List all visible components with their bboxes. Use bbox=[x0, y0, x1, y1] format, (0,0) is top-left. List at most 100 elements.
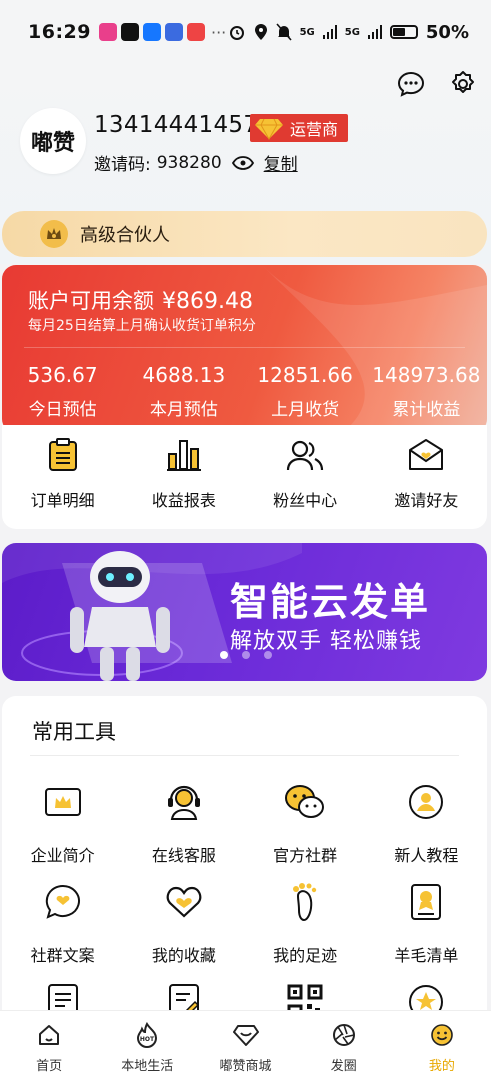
banner-title: 智能云发单 bbox=[230, 580, 431, 624]
stat-today[interactable]: 536.67 今日预估 bbox=[2, 363, 123, 420]
app-notification-icon bbox=[164, 23, 183, 41]
divider bbox=[30, 755, 459, 756]
stat-label: 今日预估 bbox=[28, 400, 97, 420]
alipay-icon bbox=[142, 23, 161, 41]
app-logo: 嘟赞 bbox=[20, 108, 86, 174]
battery-icon bbox=[389, 25, 418, 39]
tool-company-intro[interactable]: 企业简介 bbox=[2, 780, 123, 865]
stat-label: 上月收货 bbox=[271, 400, 340, 420]
nav-label: 首页 bbox=[36, 1059, 63, 1074]
earnings-report-button[interactable]: 收益报表 bbox=[123, 425, 244, 529]
promo-banner[interactable]: 智能云发单 解放双手 轻松赚钱 bbox=[2, 543, 487, 681]
headset-icon bbox=[162, 780, 206, 824]
smile-icon bbox=[428, 1021, 456, 1049]
status-right: 5G 5G 50% bbox=[228, 22, 469, 43]
status-app-icons bbox=[98, 23, 205, 41]
balance-note: 每月25日结算上月确认收货订单积分 bbox=[28, 318, 256, 334]
message-button[interactable] bbox=[395, 68, 427, 100]
order-details-button[interactable]: 订单明细 bbox=[2, 425, 123, 529]
invite-friends-button[interactable]: 邀请好友 bbox=[366, 425, 487, 529]
quick-label: 收益报表 bbox=[151, 491, 216, 510]
nav-label: 嘟赞商城 bbox=[219, 1059, 272, 1074]
people-icon bbox=[285, 435, 325, 475]
common-tools-section: 常用工具 企业简介 在线客服 官方社群 新人教程 社群文案 我的收藏 我的足迹 … bbox=[2, 696, 487, 1026]
tool-wool-list[interactable]: 羊毛清单 bbox=[366, 880, 487, 965]
tool-label: 企业简介 bbox=[30, 846, 95, 865]
chat-bubble-icon bbox=[397, 71, 425, 97]
balance-title: 账户可用余额 bbox=[28, 289, 154, 313]
stat-total[interactable]: 148973.68 累计收益 bbox=[366, 363, 487, 420]
balance-card[interactable]: 账户可用余额 ¥869.48 每月25日结算上月确认收货订单积分 536.67 今日… bbox=[2, 265, 487, 433]
crown-icon bbox=[40, 220, 68, 248]
balance-amount: ¥869.48 bbox=[162, 289, 253, 314]
diamond-icon bbox=[255, 118, 283, 140]
copy-link[interactable]: 复制 bbox=[264, 150, 298, 175]
fans-center-button[interactable]: 粉丝中心 bbox=[245, 425, 366, 529]
diamond-icon bbox=[232, 1021, 260, 1049]
invite-row: 邀请码: 938280 复制 bbox=[94, 150, 298, 176]
tool-label: 羊毛清单 bbox=[394, 946, 459, 965]
eye-icon[interactable] bbox=[231, 155, 254, 170]
tool-label: 在线客服 bbox=[151, 846, 216, 865]
invite-label: 邀请码: bbox=[94, 155, 151, 175]
settings-button[interactable] bbox=[447, 68, 479, 100]
tool-customer-service[interactable]: 在线客服 bbox=[123, 780, 244, 865]
stat-value: 12851.66 bbox=[257, 363, 353, 387]
wechat-icon bbox=[283, 780, 327, 824]
nav-mine[interactable]: 我的 bbox=[393, 1011, 491, 1080]
location-icon bbox=[254, 24, 267, 40]
quick-actions: 订单明细 收益报表 粉丝中心 邀请好友 bbox=[2, 425, 487, 529]
nav-home[interactable]: 首页 bbox=[0, 1011, 98, 1080]
nav-local-life[interactable]: HOT 本地生活 bbox=[98, 1011, 196, 1080]
nav-moments[interactable]: 发圈 bbox=[295, 1011, 393, 1080]
quick-label: 粉丝中心 bbox=[273, 491, 338, 510]
clipboard-icon bbox=[43, 435, 83, 475]
stat-month[interactable]: 4688.13 本月预估 bbox=[123, 363, 244, 420]
hot-icon: HOT bbox=[133, 1021, 161, 1049]
network-label: 5G bbox=[299, 26, 315, 38]
nav-mall[interactable]: 嘟赞商城 bbox=[196, 1011, 294, 1080]
status-more: ··· bbox=[210, 22, 227, 42]
carousel-dot[interactable] bbox=[220, 651, 228, 659]
svg-text:HOT: HOT bbox=[140, 1036, 155, 1043]
carousel-dot[interactable] bbox=[264, 651, 272, 659]
status-bar: 16:29 ··· 5G 5G 50% bbox=[0, 0, 491, 64]
robot-illustration bbox=[70, 551, 170, 681]
person-circle-icon bbox=[404, 780, 448, 824]
gear-icon bbox=[452, 71, 474, 93]
bar-chart-icon bbox=[164, 435, 204, 475]
tool-my-favorites[interactable]: 我的收藏 bbox=[123, 880, 244, 965]
envelope-heart-icon bbox=[406, 435, 446, 475]
header-actions bbox=[395, 68, 479, 100]
heart-icon bbox=[162, 880, 206, 924]
stat-label: 累计收益 bbox=[392, 400, 461, 420]
carousel-dot[interactable] bbox=[242, 651, 250, 659]
tool-group-copywriting[interactable]: 社群文案 bbox=[2, 880, 123, 965]
tool-my-footprint[interactable]: 我的足迹 bbox=[245, 880, 366, 965]
carousel-indicator[interactable] bbox=[220, 651, 272, 659]
tool-official-group[interactable]: 官方社群 bbox=[245, 780, 366, 865]
signal-icon bbox=[322, 25, 337, 39]
stat-value: 4688.13 bbox=[142, 363, 226, 387]
tool-label: 社群文案 bbox=[30, 946, 95, 965]
signal-icon bbox=[367, 25, 382, 39]
mute-icon bbox=[275, 23, 292, 41]
home-icon bbox=[35, 1021, 63, 1049]
app-notification-icon bbox=[98, 23, 117, 41]
role-badge: 运营商 bbox=[250, 114, 348, 142]
crown-card-icon bbox=[41, 780, 85, 824]
tool-newbie-tutorial[interactable]: 新人教程 bbox=[366, 780, 487, 865]
role-badge-label: 运营商 bbox=[290, 120, 339, 139]
nav-label: 发圈 bbox=[330, 1059, 357, 1074]
alarm-icon bbox=[229, 26, 244, 40]
partner-level-bar[interactable]: 高级合伙人 bbox=[2, 211, 487, 257]
footprint-icon bbox=[283, 880, 327, 924]
aperture-icon bbox=[330, 1021, 358, 1049]
list-badge-icon bbox=[404, 880, 448, 924]
stat-last-month[interactable]: 12851.66 上月收货 bbox=[245, 363, 366, 420]
stat-label: 本月预估 bbox=[149, 400, 218, 420]
tools-grid: 企业简介 在线客服 官方社群 新人教程 社群文案 我的收藏 我的足迹 羊毛清单 bbox=[2, 780, 487, 1026]
status-time: 16:29 bbox=[28, 21, 91, 43]
section-title: 常用工具 bbox=[32, 720, 116, 744]
quick-label: 邀请好友 bbox=[394, 491, 459, 510]
